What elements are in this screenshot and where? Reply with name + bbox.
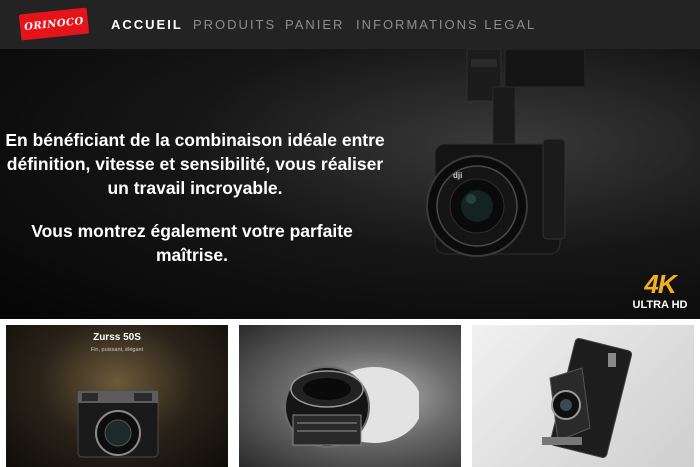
gimbal-camera-image: dji xyxy=(426,49,585,257)
navbar: ORINOCO ACCUEIL PRODUITS PANIER INFORMAT… xyxy=(0,0,700,49)
nav-link-panier[interactable]: PANIER xyxy=(285,17,344,32)
badge-ultra-hd-text: ULTRA HD xyxy=(632,299,688,311)
product-card-zurss-50s[interactable]: Zurss 50S Fin, puissant, élégant xyxy=(6,325,228,467)
product-card-title: Zurss 50S xyxy=(93,332,141,343)
camera-lens-image xyxy=(284,366,419,448)
folding-camera-image xyxy=(542,337,633,459)
hero-headline: En bénéficiant de la combinaison idéale … xyxy=(5,130,385,198)
nav-link-produits[interactable]: PRODUITS xyxy=(193,17,276,32)
product-card-subtitle: Fin, puissant, élégant xyxy=(90,347,144,353)
orinoco-logo[interactable]: ORINOCO xyxy=(18,7,90,41)
product-card-lens[interactable] xyxy=(239,325,461,467)
hero-subline: Vous montrez également votre parfaite ma… xyxy=(31,221,353,265)
product-card-folding-camera[interactable] xyxy=(472,325,694,467)
retro-camera-image xyxy=(77,390,159,458)
4k-ultra-hd-badge: 4K ULTRA HD xyxy=(625,271,695,312)
logo-text: ORINOCO xyxy=(23,15,85,33)
nav-link-accueil[interactable]: ACCUEIL xyxy=(111,17,183,32)
hero-banner: En bénéficiant de la combinaison idéale … xyxy=(0,49,700,319)
nav-link-informations-legal[interactable]: INFORMATIONS LEGAL xyxy=(356,17,536,32)
badge-4k-text: 4K xyxy=(644,269,676,299)
dji-logo-text: dji xyxy=(453,171,462,180)
